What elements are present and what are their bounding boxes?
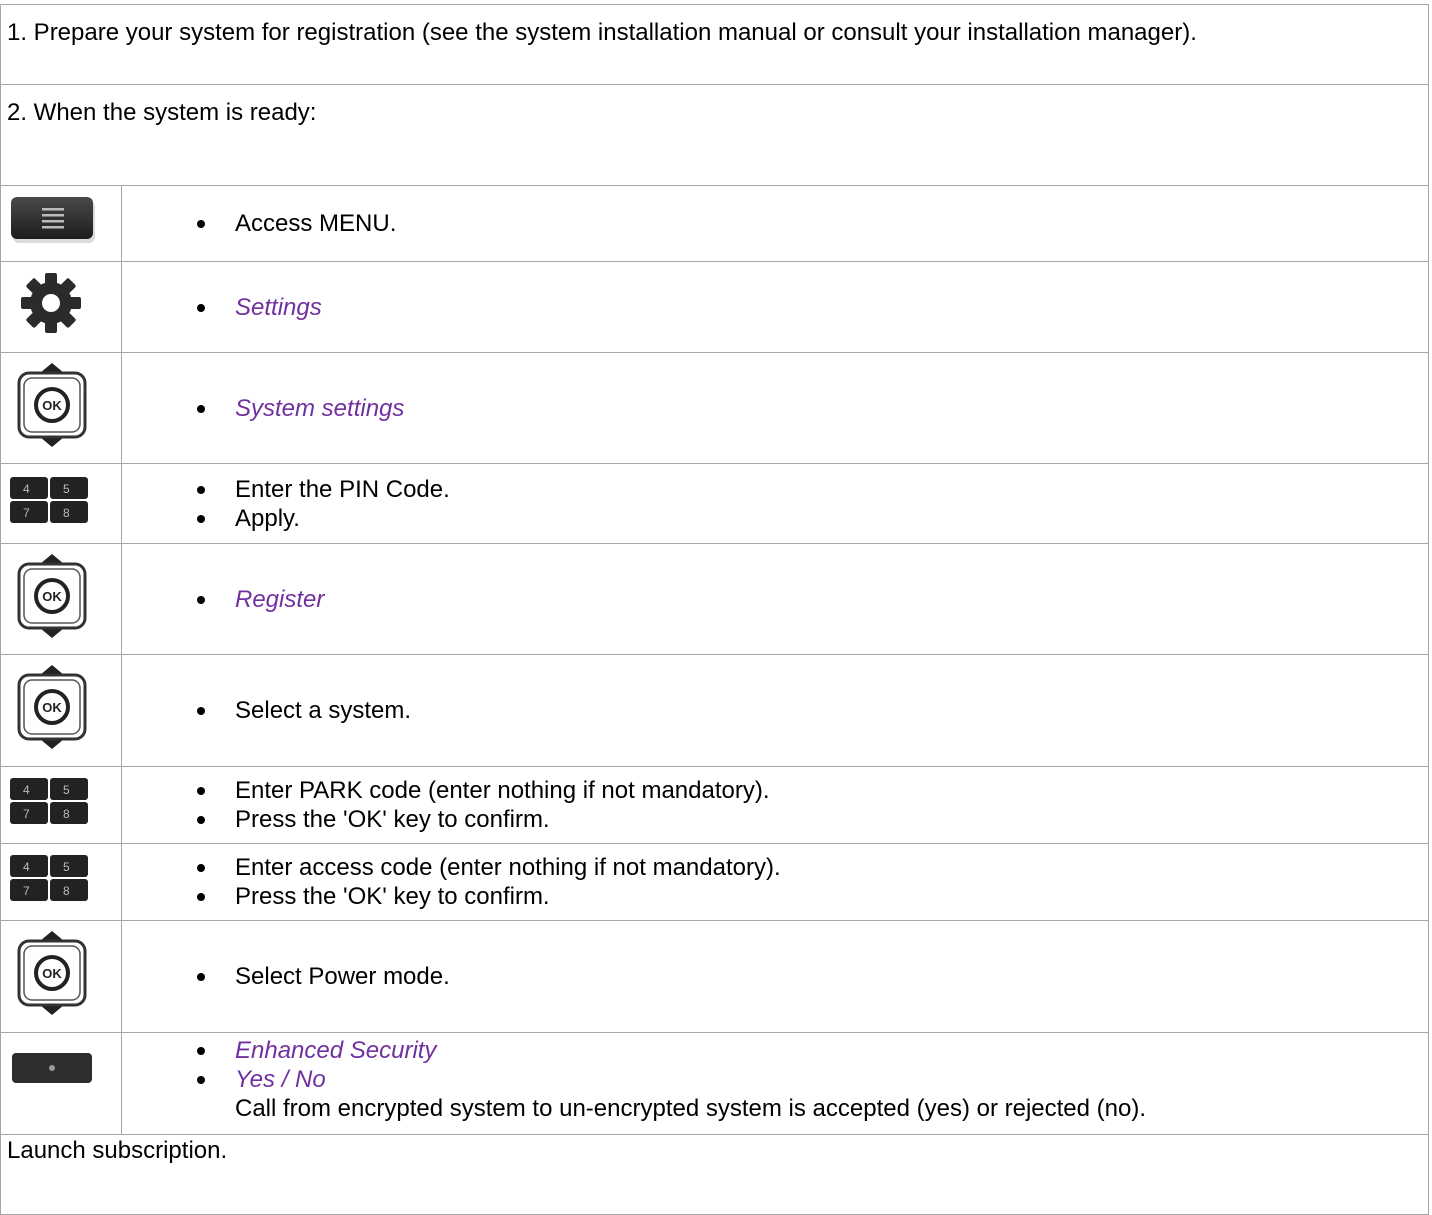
list-item: Enter access code (enter nothing if not …: [197, 853, 1428, 882]
svg-text:7: 7: [23, 506, 30, 520]
icon-cell: OK: [0, 654, 122, 767]
svg-text:8: 8: [63, 506, 70, 520]
icon-cell: 4 5 7 8: [0, 463, 122, 544]
step-2-text: 2. When the system is ready:: [7, 99, 317, 126]
menu-option: Enhanced Security: [197, 1036, 1428, 1065]
svg-text:7: 7: [23, 884, 30, 898]
list-item: Press the 'OK' key to confirm.: [197, 882, 1428, 911]
note-text: Call from encrypted system to un-encrypt…: [235, 1095, 1147, 1122]
svg-text:OK: OK: [42, 966, 62, 981]
instruction-cell: Settings: [121, 261, 1429, 353]
keypad-icon: 4 5 7 8: [10, 477, 88, 523]
icon-cell: 4 5 7 8: [0, 766, 122, 844]
icon-cell: OK: [0, 352, 122, 464]
menu-option: Settings: [197, 293, 1428, 322]
instruction-cell: Enhanced Security Yes / No Call from enc…: [121, 1032, 1429, 1135]
svg-text:8: 8: [63, 884, 70, 898]
instruction-cell: Enter PARK code (enter nothing if not ma…: [121, 766, 1429, 844]
ok-navigator-icon: OK: [17, 363, 87, 447]
instruction-cell: System settings: [121, 352, 1429, 464]
menu-key-icon: [11, 197, 95, 243]
icon-cell: [0, 185, 122, 262]
svg-text:OK: OK: [42, 398, 62, 413]
list-item: Enter PARK code (enter nothing if not ma…: [197, 776, 1428, 805]
softkey-icon: [12, 1053, 92, 1083]
table-row: 4 5 7 8 Enter the PIN Code. Apply.: [0, 463, 1429, 544]
icon-cell: OK: [0, 920, 122, 1033]
table-row: 4 5 7 8 Enter access code (enter nothing…: [0, 843, 1429, 921]
svg-text:5: 5: [63, 860, 70, 874]
gear-icon: [21, 273, 81, 333]
menu-option: Yes / No: [197, 1065, 1428, 1094]
icon-cell: [0, 261, 122, 353]
table-row: Access MENU.: [0, 185, 1429, 262]
list-item: Access MENU.: [197, 209, 1428, 238]
icon-cell: 4 5 7 8: [0, 843, 122, 921]
table-row: OK Select Power mode.: [0, 920, 1429, 1033]
footer-text: Launch subscription.: [7, 1137, 228, 1164]
list-item: Press the 'OK' key to confirm.: [197, 805, 1428, 834]
instruction-cell: Enter the PIN Code. Apply.: [121, 463, 1429, 544]
svg-text:7: 7: [23, 807, 30, 821]
keypad-icon: 4 5 7 8: [10, 778, 88, 824]
table-row: OK Select a system.: [0, 654, 1429, 767]
table-row: Enhanced Security Yes / No Call from enc…: [0, 1032, 1429, 1135]
step-1-text: 1. Prepare your system for registration …: [7, 19, 1197, 46]
table-row: OK System settings: [0, 352, 1429, 464]
list-item: Apply.: [197, 504, 1428, 533]
list-item: Enter the PIN Code.: [197, 475, 1428, 504]
svg-text:4: 4: [23, 860, 30, 874]
instruction-cell: Register: [121, 543, 1429, 655]
table-row: OK Register: [0, 543, 1429, 655]
list-item: Select Power mode.: [197, 962, 1428, 991]
step-2-cell: 2. When the system is ready:: [0, 84, 1429, 186]
svg-text:4: 4: [23, 783, 30, 797]
instruction-cell: Access MENU.: [121, 185, 1429, 262]
svg-text:5: 5: [63, 482, 70, 496]
ok-navigator-icon: OK: [17, 665, 87, 749]
svg-text:OK: OK: [42, 589, 62, 604]
svg-text:4: 4: [23, 482, 30, 496]
icon-cell: [0, 1032, 122, 1135]
table-row: 4 5 7 8 Enter PARK code (enter nothing i…: [0, 766, 1429, 844]
instruction-cell: Select Power mode.: [121, 920, 1429, 1033]
keypad-icon: 4 5 7 8: [10, 855, 88, 901]
svg-text:8: 8: [63, 807, 70, 821]
icon-cell: OK: [0, 543, 122, 655]
instruction-cell: Select a system.: [121, 654, 1429, 767]
procedure-table: 1. Prepare your system for registration …: [0, 4, 1429, 1215]
instruction-cell: Enter access code (enter nothing if not …: [121, 843, 1429, 921]
ok-navigator-icon: OK: [17, 554, 87, 638]
svg-text:5: 5: [63, 783, 70, 797]
svg-text:OK: OK: [42, 700, 62, 715]
menu-option: Register: [197, 585, 1428, 614]
ok-navigator-icon: OK: [17, 931, 87, 1015]
step-1-cell: 1. Prepare your system for registration …: [0, 4, 1429, 85]
table-row: Settings: [0, 261, 1429, 353]
menu-option: System settings: [197, 394, 1428, 423]
list-item: Select a system.: [197, 696, 1428, 725]
footer-cell: Launch subscription.: [0, 1134, 1429, 1215]
